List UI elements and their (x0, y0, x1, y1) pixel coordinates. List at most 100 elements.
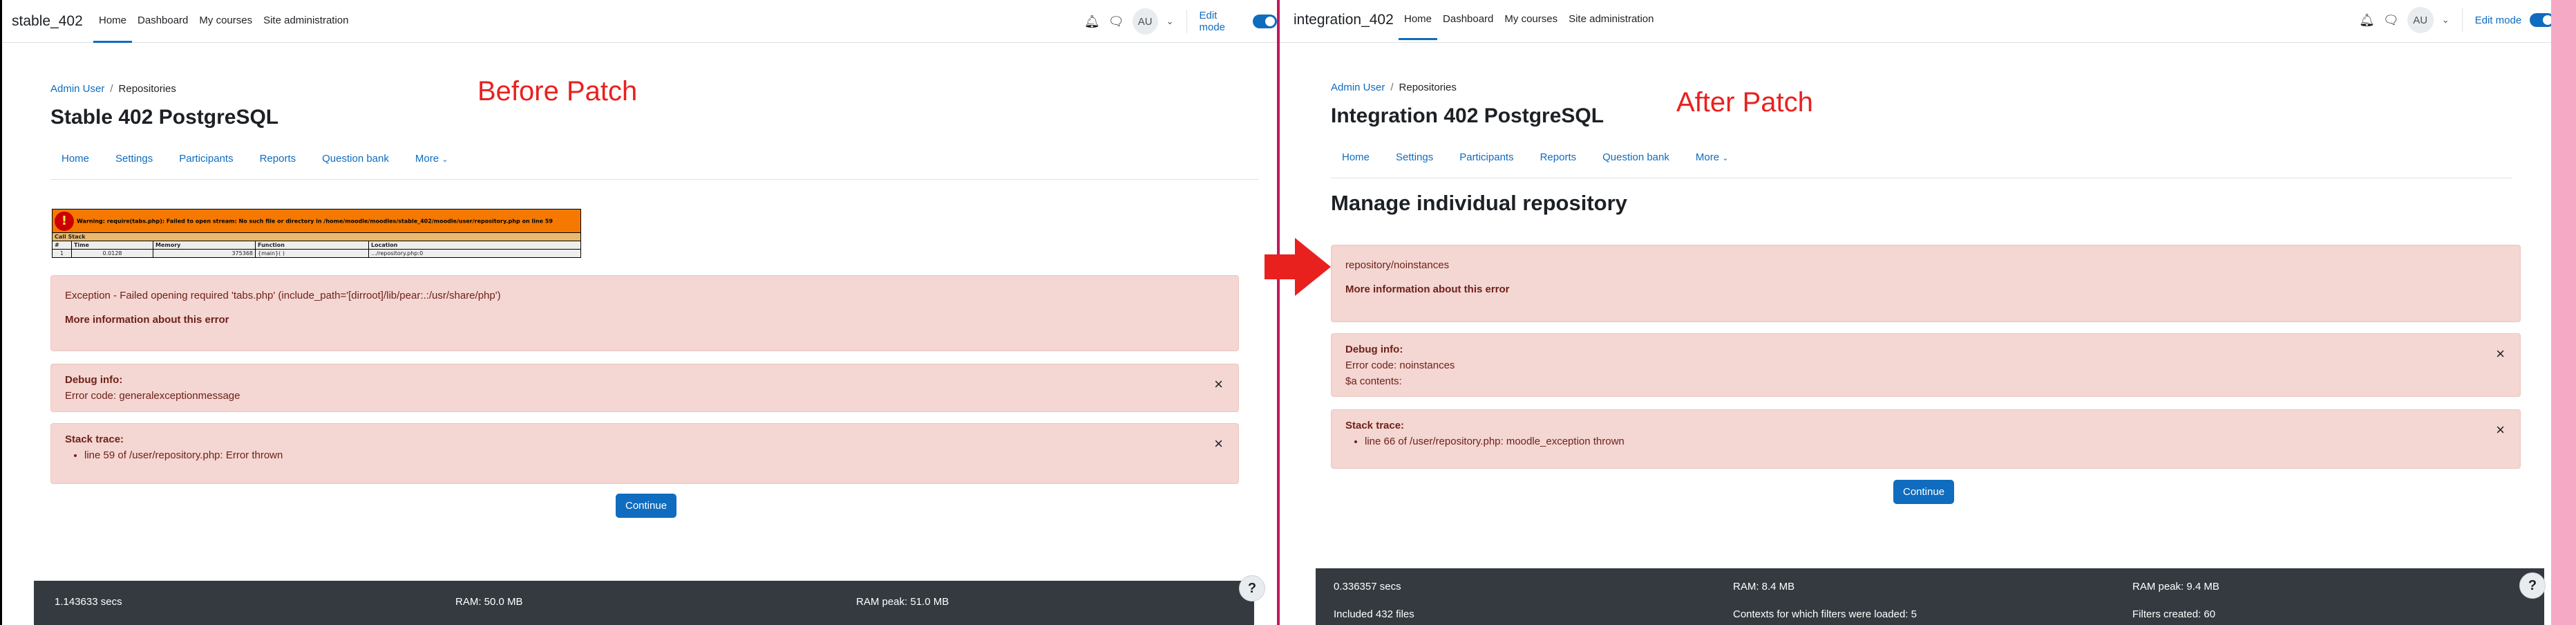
after-patch-label: After Patch (1676, 87, 1813, 118)
nav-site-administration[interactable]: Site administration (1563, 0, 1659, 40)
call-stack-cell: .../repository.php:0 (368, 249, 581, 258)
nav-dashboard[interactable]: Dashboard (1437, 0, 1499, 40)
call-stack-header: Time (71, 241, 153, 250)
navbar-right: 🔔︎ 🗨︎ AU ⌄ Edit mode (1084, 0, 1277, 43)
navbar-divider (1186, 10, 1187, 33)
stack-trace-title: Stack trace: (65, 433, 124, 445)
page-footer: 0.336357 secs RAM: 8.4 MB RAM peak: 9.4 … (1316, 568, 2544, 625)
chat-icon[interactable]: 🗨︎ (1108, 15, 1124, 28)
close-icon[interactable]: × (2496, 421, 2505, 439)
call-stack-cell: {main}( ) (255, 249, 369, 258)
tab-reports[interactable]: Reports (260, 153, 296, 165)
bell-icon[interactable]: 🔔︎ (1084, 15, 1100, 28)
help-icon[interactable]: ? (1239, 575, 1265, 601)
footer-secs: 0.336357 secs (1334, 581, 1401, 593)
chat-icon[interactable]: 🗨︎ (2383, 14, 2399, 26)
arrow-right-icon (1265, 238, 1331, 296)
primary-nav: Home Dashboard My courses Site administr… (1399, 0, 1660, 40)
tab-home[interactable]: Home (1342, 151, 1370, 163)
debug-a-contents: $a contents: (1345, 375, 1402, 387)
window-edge-strip (2551, 0, 2576, 625)
site-brand[interactable]: integration_402 (1294, 12, 1394, 28)
chevron-down-icon[interactable]: ⌄ (2442, 15, 2450, 26)
exception-alert: Exception - Failed opening required 'tab… (50, 275, 1239, 351)
close-icon[interactable]: × (1214, 435, 1223, 453)
debug-info-title: Debug info: (1345, 344, 1403, 355)
call-stack-header: # (52, 241, 72, 250)
footer-ram-peak: RAM peak: 51.0 MB (856, 596, 949, 608)
warning-icon: ! (55, 211, 74, 231)
footer-contexts: Contexts for which filters were loaded: … (1733, 608, 1917, 620)
edit-mode-label[interactable]: Edit mode (1199, 10, 1244, 33)
top-navbar: stable_402 Home Dashboard My courses Sit… (2, 0, 1277, 43)
nav-home[interactable]: Home (1399, 0, 1438, 40)
call-stack-cell: 1 (52, 249, 72, 258)
exception-message: repository/noinstances (1345, 259, 1450, 271)
more-info-link[interactable]: More information about this error (1345, 283, 2506, 295)
tab-question-bank[interactable]: Question bank (1602, 151, 1669, 163)
breadcrumb: Admin User / Repositories (50, 83, 176, 95)
tab-more[interactable]: More ⌄ (415, 153, 448, 165)
tab-question-bank[interactable]: Question bank (322, 153, 389, 165)
tab-more-label: More (1695, 151, 1720, 163)
page-heading: Manage individual repository (1331, 191, 1627, 215)
before-patch-pane: stable_402 Home Dashboard My courses Sit… (0, 0, 1277, 625)
stack-trace-list: line 59 of /user/repository.php: Error t… (65, 449, 1224, 461)
edit-mode-label[interactable]: Edit mode (2475, 15, 2522, 26)
avatar[interactable]: AU (1132, 8, 1158, 35)
after-patch-pane: integration_402 Home Dashboard My course… (1277, 0, 2576, 625)
page-title: Stable 402 PostgreSQL (50, 106, 279, 129)
tab-settings[interactable]: Settings (1396, 151, 1433, 163)
debug-error-code: Error code: generalexceptionmessage (65, 390, 240, 402)
breadcrumb-admin-user[interactable]: Admin User (50, 83, 104, 95)
nav-my-courses[interactable]: My courses (1499, 0, 1563, 40)
page-footer: 1.143633 secs RAM: 50.0 MB RAM peak: 51.… (34, 581, 1254, 625)
site-brand[interactable]: stable_402 (12, 13, 83, 30)
call-stack-cell: 0.0128 (71, 249, 153, 258)
close-icon[interactable]: × (2496, 345, 2505, 363)
php-warning-message: Warning: require(tabs.php): Failed to op… (77, 218, 553, 224)
breadcrumb-admin-user[interactable]: Admin User (1331, 82, 1385, 93)
primary-nav: Home Dashboard My courses Site administr… (93, 0, 354, 43)
continue-button[interactable]: Continue (1893, 480, 1955, 504)
php-warning-row: ! Warning: require(tabs.php): Failed to o… (52, 209, 581, 233)
footer-filters: Filters created: 60 (2132, 608, 2216, 620)
stack-trace-alert: Stack trace: line 66 of /user/repository… (1331, 409, 2521, 469)
tab-settings[interactable]: Settings (115, 153, 153, 165)
nav-site-administration[interactable]: Site administration (258, 0, 354, 43)
breadcrumb-current: Repositories (118, 83, 176, 95)
footer-ram: RAM: 8.4 MB (1733, 581, 1795, 593)
debug-error-code: Error code: noinstances (1345, 360, 1455, 371)
avatar[interactable]: AU (2407, 7, 2434, 33)
breadcrumb: Admin User / Repositories (1331, 82, 1457, 93)
help-icon[interactable]: ? (2519, 572, 2546, 599)
chevron-down-icon: ⌄ (1722, 154, 1729, 162)
list-item: line 66 of /user/repository.php: moodle_… (1365, 436, 2506, 447)
list-item: line 59 of /user/repository.php: Error t… (84, 449, 1224, 461)
tab-participants[interactable]: Participants (179, 153, 233, 165)
chevron-down-icon[interactable]: ⌄ (1166, 16, 1174, 27)
nav-home[interactable]: Home (93, 0, 133, 43)
navbar-right: 🔔︎ 🗨︎ AU ⌄ Edit mode (2359, 0, 2555, 40)
nav-dashboard[interactable]: Dashboard (132, 0, 193, 43)
debug-info-alert: Debug info: Error code: noinstances $a c… (1331, 333, 2521, 397)
tab-home[interactable]: Home (61, 153, 89, 165)
call-stack-cell: 375368 (153, 249, 256, 258)
tab-reports[interactable]: Reports (1540, 151, 1577, 163)
call-stack-header: Location (368, 241, 581, 250)
continue-button[interactable]: Continue (616, 494, 677, 518)
tab-more[interactable]: More ⌄ (1696, 151, 1729, 163)
stack-trace-title: Stack trace: (1345, 420, 1405, 431)
edit-mode-toggle[interactable] (1253, 15, 1277, 28)
nav-my-courses[interactable]: My courses (193, 0, 258, 43)
bell-icon[interactable]: 🔔︎ (2359, 14, 2375, 26)
more-info-link[interactable]: More information about this error (65, 314, 1224, 326)
tab-participants[interactable]: Participants (1459, 151, 1513, 163)
chevron-down-icon: ⌄ (442, 156, 448, 164)
stack-trace-alert: Stack trace: line 59 of /user/repository… (50, 423, 1239, 484)
call-stack-header: Function (255, 241, 369, 250)
close-icon[interactable]: × (1214, 375, 1223, 393)
footer-included-files: Included 432 files (1334, 608, 1414, 620)
tab-more-label: More (415, 153, 439, 165)
debug-info-alert: Debug info: Error code: generalexception… (50, 364, 1239, 412)
